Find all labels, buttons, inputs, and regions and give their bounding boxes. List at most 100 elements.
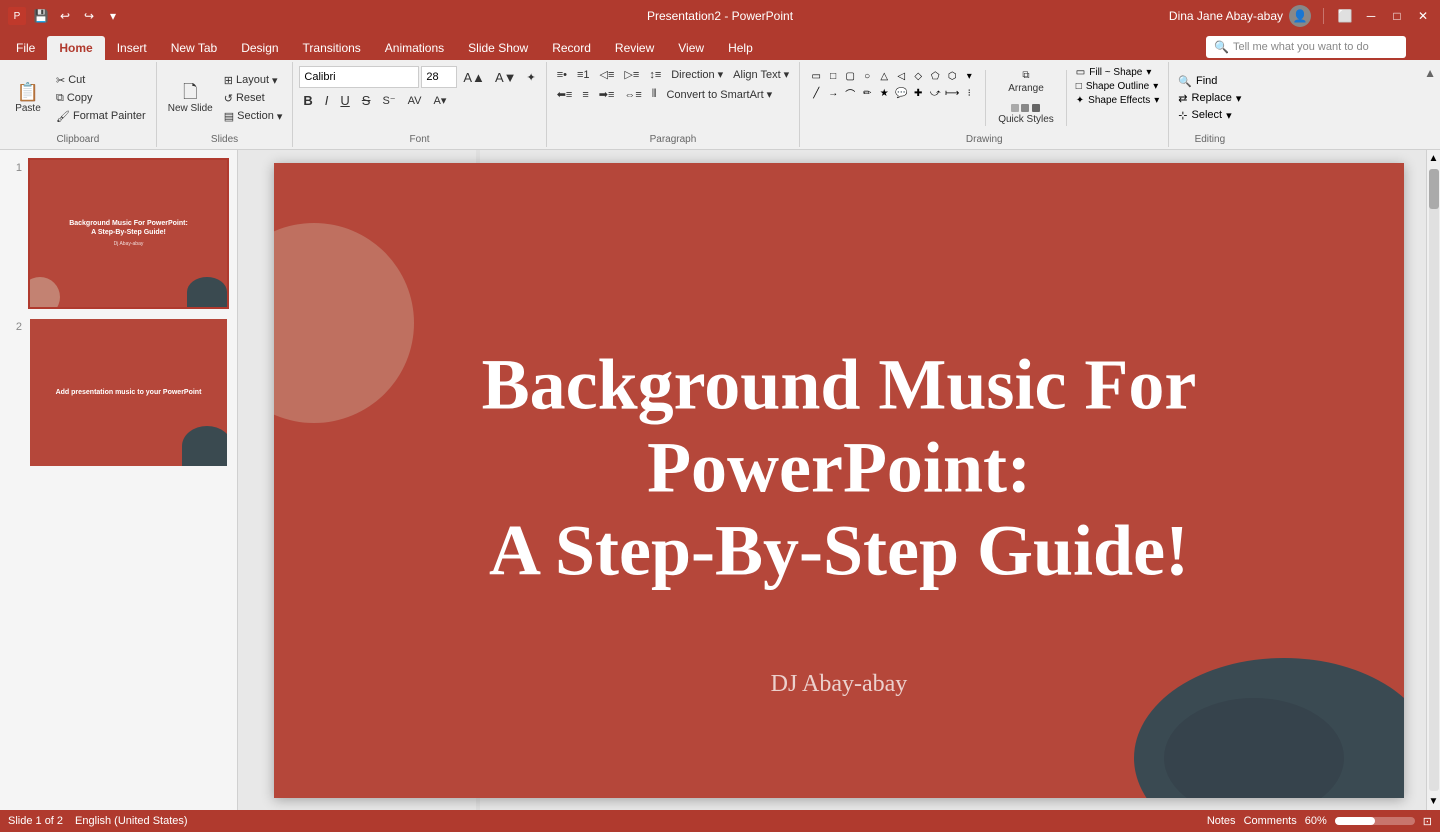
vertical-scrollbar[interactable]: ▲ ▼	[1426, 150, 1440, 810]
align-text-button[interactable]: Align Text ▾	[729, 66, 793, 83]
linespace-button[interactable]: ↕≡	[645, 66, 665, 83]
new-slide-button[interactable]: 🗋 New Slide	[163, 80, 218, 117]
collapse-ribbon-btn[interactable]: ▲	[1424, 66, 1436, 80]
shapes-more[interactable]: ▾	[961, 68, 977, 84]
layout-button[interactable]: ⊞ Layout ▾	[220, 72, 287, 89]
shape-curve[interactable]: ⌒	[842, 85, 858, 101]
align-center-button[interactable]: ≡	[578, 86, 592, 103]
tab-newtab[interactable]: New Tab	[159, 36, 229, 60]
shape-pentagon[interactable]: ⬠	[927, 68, 943, 84]
tab-review[interactable]: Review	[603, 36, 666, 60]
align-right-button[interactable]: ➡≡	[595, 86, 619, 103]
shape-rtriangle[interactable]: ◁	[893, 68, 909, 84]
scroll-thumb[interactable]	[1429, 169, 1439, 209]
bullets-button[interactable]: ≡•	[553, 66, 571, 83]
increase-font-btn[interactable]: A▲	[459, 68, 489, 87]
tab-view[interactable]: View	[666, 36, 716, 60]
justify-button[interactable]: ⇔≡	[620, 86, 645, 103]
find-button[interactable]: 🔍 Find	[1175, 74, 1244, 89]
tab-record[interactable]: Record	[540, 36, 603, 60]
maximize-btn[interactable]: □	[1388, 7, 1406, 25]
convert-smartart-button[interactable]: Convert to SmartArt ▾	[662, 86, 776, 103]
fontcolor-button[interactable]: A▾	[429, 92, 450, 109]
shape-connector[interactable]: ⟼	[944, 85, 960, 101]
reset-button[interactable]: ↺ Reset	[220, 90, 287, 107]
shape-line[interactable]: ╱	[808, 85, 824, 101]
replace-dropdown[interactable]: ▾	[1236, 92, 1242, 105]
tab-home[interactable]: Home	[47, 36, 104, 60]
shape-blockline[interactable]: ⤻	[927, 85, 943, 101]
shape-oval[interactable]: ○	[859, 68, 875, 84]
shape-freeform[interactable]: ✏	[859, 85, 875, 101]
tab-slideshow[interactable]: Slide Show	[456, 36, 540, 60]
tab-animations[interactable]: Animations	[373, 36, 456, 60]
arrange-button[interactable]: ⧉ Arrange	[992, 66, 1060, 98]
clear-format-btn[interactable]: ✦	[522, 69, 539, 86]
tab-help[interactable]: Help	[716, 36, 765, 60]
close-btn[interactable]: ✕	[1414, 7, 1432, 25]
shape-hexagon[interactable]: ⬡	[944, 68, 960, 84]
strikethrough-button[interactable]: S	[358, 91, 375, 110]
shape-roundrect[interactable]: ▢	[842, 68, 858, 84]
bold-button[interactable]: B	[299, 91, 316, 110]
shape-cross[interactable]: ✚	[910, 85, 926, 101]
columns-button[interactable]: ⫴	[648, 86, 661, 103]
paste-button[interactable]: 📋 Paste	[6, 79, 50, 118]
increase-indent-button[interactable]: ▷≡	[620, 66, 643, 83]
fit-screen-btn[interactable]: ⊡	[1423, 815, 1432, 828]
decrease-font-btn[interactable]: A▼	[491, 68, 521, 87]
shadow-button[interactable]: S⁻	[378, 92, 399, 109]
tab-insert[interactable]: Insert	[105, 36, 159, 60]
format-painter-button[interactable]: 🖌 Format Painter	[52, 108, 150, 125]
shape-outline-dropdown[interactable]: ▾	[1153, 81, 1158, 92]
customize-btn[interactable]: ▾	[104, 7, 122, 25]
notes-btn[interactable]: Notes	[1207, 815, 1236, 827]
section-button[interactable]: ▤ Section ▾	[220, 108, 287, 125]
shape-fill-dropdown[interactable]: ▾	[1146, 67, 1151, 78]
replace-button[interactable]: ⇄ Replace ▾	[1175, 91, 1244, 106]
slide-thumb-2[interactable]: Add presentation music to your PowerPoin…	[28, 317, 229, 468]
undo-btn[interactable]: ↩	[56, 7, 74, 25]
shape-outline-button[interactable]: □ Shape Outline ▾	[1073, 80, 1163, 93]
scroll-up-btn[interactable]: ▲	[1426, 150, 1440, 167]
copy-button[interactable]: ⧉ Copy	[52, 90, 150, 107]
charspacing-button[interactable]: AV	[404, 93, 426, 109]
redo-btn[interactable]: ↪	[80, 7, 98, 25]
underline-button[interactable]: U	[336, 91, 353, 110]
shape-fill-button[interactable]: ▭ Fill ~ Shape ▾	[1073, 66, 1163, 79]
shape-misc[interactable]: ⁝	[961, 85, 977, 101]
shape-star[interactable]: ★	[876, 85, 892, 101]
slide-main-text[interactable]: Background Music For PowerPoint: A Step-…	[387, 343, 1291, 591]
text-direction-button[interactable]: Direction ▾	[667, 66, 727, 83]
shape-effects-dropdown[interactable]: ▾	[1154, 95, 1159, 106]
select-button[interactable]: ⊹ Select ▾	[1175, 108, 1244, 123]
shape-effects-button[interactable]: ✦ Shape Effects ▾	[1073, 94, 1163, 107]
slide-canvas[interactable]: Background Music For PowerPoint: A Step-…	[274, 163, 1404, 798]
save-btn[interactable]: 💾	[32, 7, 50, 25]
shape-rect2[interactable]: □	[825, 68, 841, 84]
tab-file[interactable]: File	[4, 36, 47, 60]
shape-triangle[interactable]: △	[876, 68, 892, 84]
slide-thumb-1[interactable]: Background Music For PowerPoint:A Step-B…	[28, 158, 229, 309]
align-left-button[interactable]: ⬅≡	[553, 86, 577, 103]
ribbon-display-btn[interactable]: ⬜	[1336, 7, 1354, 25]
zoom-slider[interactable]	[1335, 817, 1415, 825]
quick-styles-button[interactable]: Quick Styles	[992, 100, 1060, 129]
numbering-button[interactable]: ≡1	[573, 66, 594, 83]
tab-transitions[interactable]: Transitions	[291, 36, 373, 60]
cut-button[interactable]: ✂ Cut	[52, 72, 150, 89]
shape-diamond[interactable]: ◇	[910, 68, 926, 84]
shape-arrow[interactable]: →	[825, 85, 841, 101]
italic-button[interactable]: I	[321, 91, 333, 110]
shape-rect[interactable]: ▭	[808, 68, 824, 84]
shape-callout[interactable]: 💬	[893, 85, 909, 101]
decrease-indent-button[interactable]: ◁≡	[596, 66, 619, 83]
font-size-input[interactable]: 28	[421, 66, 457, 88]
scroll-down-btn[interactable]: ▼	[1426, 793, 1440, 810]
font-name-input[interactable]: Calibri	[299, 66, 419, 88]
scroll-track[interactable]	[1429, 169, 1439, 791]
minimize-btn[interactable]: ─	[1362, 7, 1380, 25]
tab-design[interactable]: Design	[229, 36, 290, 60]
search-bar[interactable]: 🔍 Tell me what you want to do	[1206, 36, 1406, 58]
comments-btn[interactable]: Comments	[1244, 815, 1297, 827]
